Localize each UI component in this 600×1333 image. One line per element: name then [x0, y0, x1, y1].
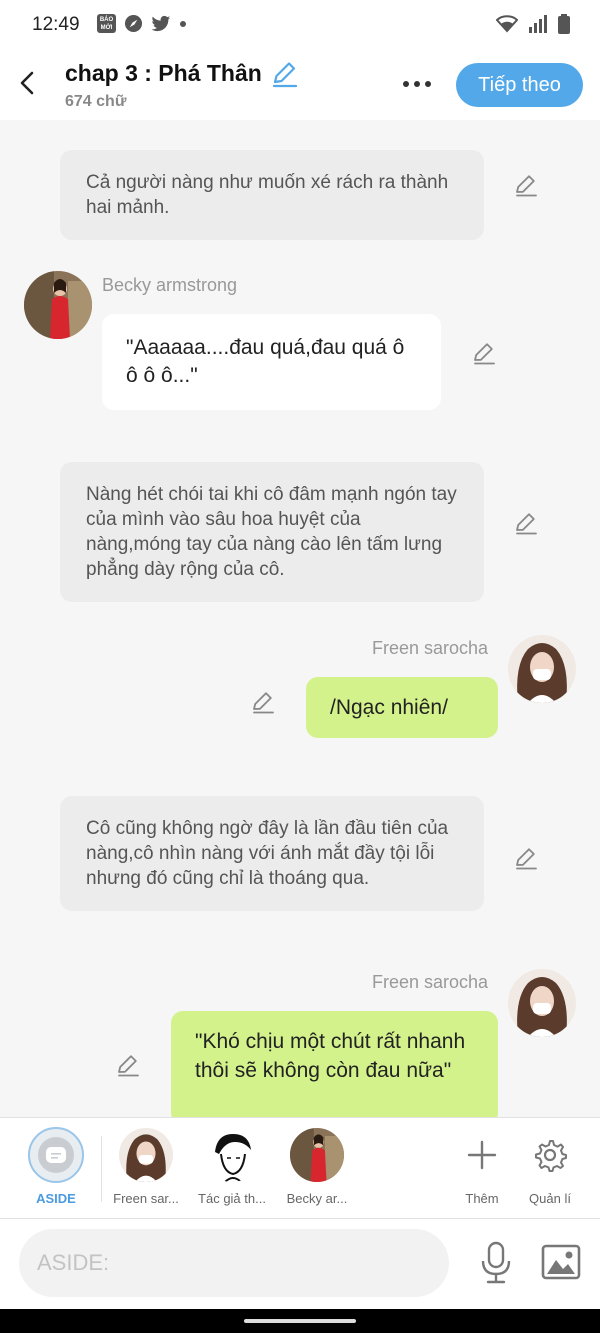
pencil-icon	[253, 692, 274, 714]
next-button[interactable]: Tiếp theo	[456, 63, 583, 107]
edit-title-button[interactable]	[270, 60, 298, 88]
divider	[101, 1136, 102, 1202]
character-becky[interactable]: Becky ar...	[275, 1128, 359, 1206]
status-time: 12:49	[32, 14, 80, 35]
author-avatar-image	[205, 1128, 259, 1182]
plus-icon-wrap	[446, 1128, 518, 1182]
edit-message-button[interactable]	[250, 689, 276, 715]
character-bubble[interactable]: /Ngạc nhiên/	[306, 677, 498, 738]
more-options-button[interactable]	[398, 70, 436, 98]
character-label: Freen sar...	[113, 1191, 179, 1206]
freen-avatar-image	[508, 635, 576, 703]
status-bar: 12:49 BÁO MỚI	[0, 0, 600, 50]
narration-bubble[interactable]: Cả người nàng như muốn xé rách ra thành …	[60, 150, 484, 240]
edit-message-button[interactable]	[513, 510, 539, 536]
compass-app-icon	[124, 14, 143, 33]
speaker-name: Freen sarocha	[372, 638, 489, 658]
pencil-icon	[474, 343, 495, 365]
character-bubble[interactable]: "Khó chịu một chút rất nhanh thôi sẽ khô…	[171, 1011, 498, 1117]
home-gesture-handle[interactable]	[244, 1319, 356, 1323]
pencil-icon	[272, 62, 298, 88]
edit-message-button[interactable]	[115, 1052, 141, 1078]
character-aside[interactable]: ASIDE	[14, 1127, 98, 1206]
avatar-becky[interactable]	[24, 271, 92, 339]
narration-bubble[interactable]: Cô cũng không ngờ đây là lần đầu tiên củ…	[60, 796, 484, 911]
aside-label: ASIDE	[36, 1191, 76, 1206]
speaker-name: Becky armstrong	[102, 275, 238, 295]
voice-button[interactable]	[478, 1241, 514, 1285]
chapter-title: chap 3 : Phá Thân	[65, 60, 262, 86]
character-author[interactable]: Tác giả th...	[190, 1128, 274, 1206]
gear-icon	[535, 1140, 567, 1172]
character-label: Becky ar...	[286, 1191, 348, 1206]
signal-icon	[529, 15, 547, 33]
avatar-author	[205, 1128, 259, 1182]
add-character-button[interactable]: Thêm	[446, 1128, 518, 1206]
pencil-icon	[516, 175, 537, 197]
becky-avatar-image	[24, 271, 92, 339]
add-label: Thêm	[465, 1191, 499, 1206]
more-dot-icon	[425, 81, 431, 87]
manage-button[interactable]: Quản lí	[514, 1128, 586, 1206]
pencil-icon	[516, 513, 537, 535]
character-freen[interactable]: Freen sar...	[104, 1128, 188, 1206]
story-chat: Cả người nàng như muốn xé rách ra thành …	[0, 120, 600, 1117]
plus-icon	[467, 1140, 497, 1170]
chapter-header: chap 3 : Phá Thân 674 chữ Tiếp theo	[0, 50, 600, 120]
more-dot-icon	[403, 81, 409, 87]
notification-icons: BÁO MỚI	[97, 14, 187, 33]
chat-bubble-icon	[46, 1147, 66, 1163]
composer: ASIDE:	[0, 1219, 600, 1309]
freen-avatar-image	[508, 969, 576, 1037]
aside-avatar	[28, 1127, 84, 1183]
avatar-becky	[290, 1128, 344, 1182]
pencil-icon	[516, 848, 537, 870]
narration-bubble[interactable]: Nàng hét chói tai khi cô đâm mạnh ngón t…	[60, 462, 484, 602]
avatar-freen[interactable]	[508, 635, 576, 703]
gear-icon-wrap	[514, 1128, 586, 1182]
message-input[interactable]: ASIDE:	[19, 1229, 449, 1297]
system-nav-bar	[0, 1309, 600, 1333]
baomoi-app-icon: BÁO MỚI	[97, 14, 116, 33]
avatar-freen[interactable]	[508, 969, 576, 1037]
microphone-icon	[481, 1241, 511, 1284]
manage-label: Quản lí	[529, 1191, 571, 1206]
speaker-name: Freen sarocha	[372, 972, 489, 992]
twitter-icon	[151, 15, 171, 31]
back-arrow-icon	[20, 71, 34, 95]
back-button[interactable]	[12, 66, 42, 100]
character-bubble[interactable]: "Aaaaaa....đau quá,đau quá ô ô ô ô..."	[102, 314, 441, 410]
image-icon	[541, 1244, 581, 1280]
image-button[interactable]	[541, 1244, 581, 1280]
freen-avatar-image	[119, 1128, 173, 1182]
character-label: Tác giả th...	[198, 1191, 266, 1206]
notification-dot-icon	[180, 20, 186, 27]
pencil-icon	[118, 1055, 139, 1077]
battery-icon	[558, 14, 570, 34]
character-selector: ASIDE Freen sar... Tác giả th... Becky a…	[0, 1117, 600, 1219]
edit-message-button[interactable]	[513, 845, 539, 871]
edit-message-button[interactable]	[513, 172, 539, 198]
becky-avatar-image	[290, 1128, 344, 1182]
more-dot-icon	[414, 81, 420, 87]
system-icons	[496, 14, 570, 34]
avatar-freen	[119, 1128, 173, 1182]
edit-message-button[interactable]	[471, 340, 497, 366]
wifi-icon	[496, 15, 518, 33]
aside-bubble-icon	[38, 1137, 74, 1173]
word-count: 674 chữ	[65, 93, 127, 110]
